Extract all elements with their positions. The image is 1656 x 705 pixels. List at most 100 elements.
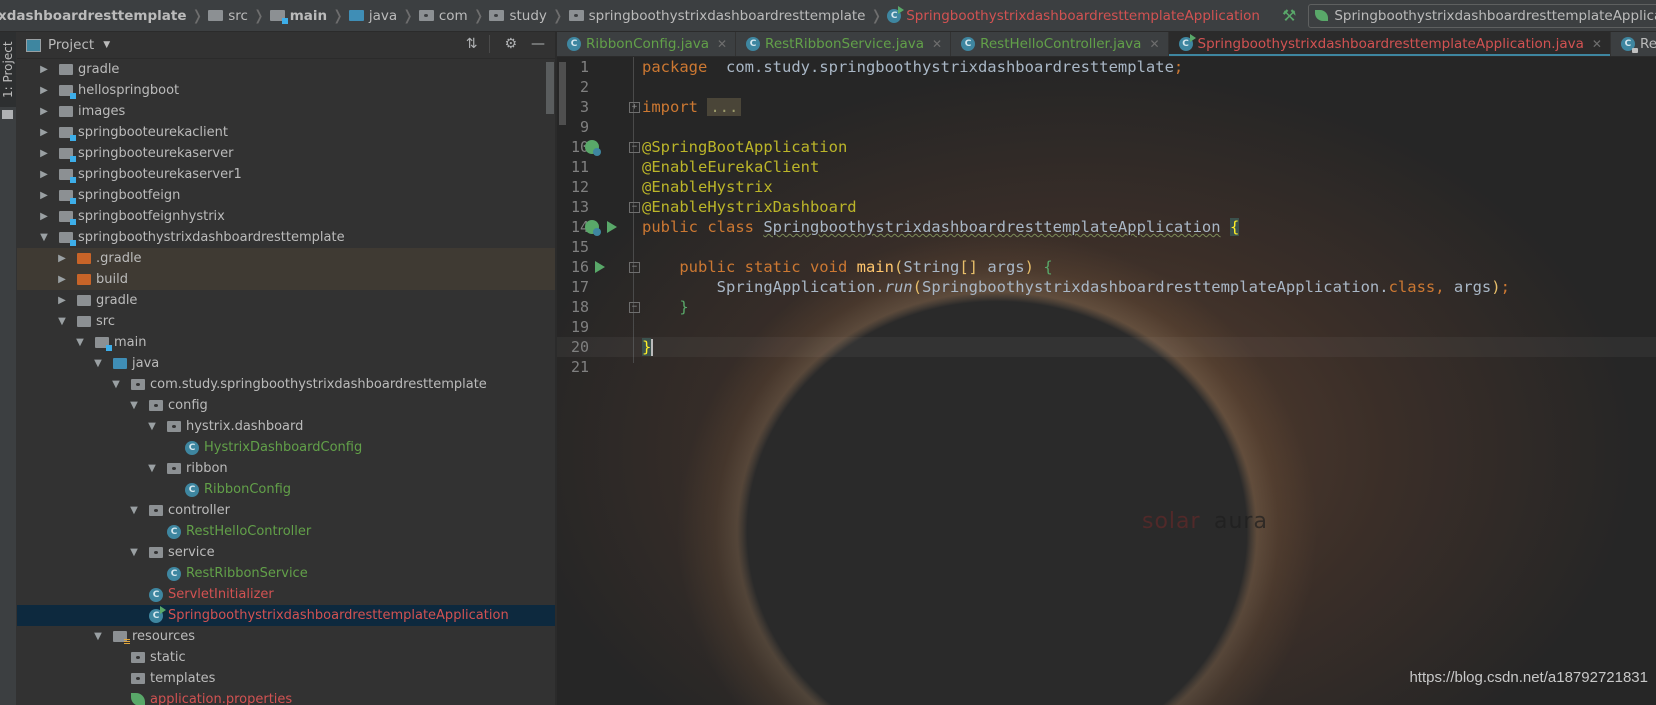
editor-tab[interactable]: CRestTemplate.java✕ <box>1611 32 1656 56</box>
tree-item[interactable]: C RibbonConfig <box>17 479 555 500</box>
expand-arrow-icon[interactable]: ▶ <box>38 169 50 180</box>
tree-item[interactable]: C ServletInitializer <box>17 584 555 605</box>
tree-item[interactable]: C HystrixDashboardConfig <box>17 437 555 458</box>
code-line[interactable]: 3 + import ... <box>557 97 1656 117</box>
code-line[interactable]: 19 <box>557 317 1656 337</box>
tree-item[interactable]: ▶ springbooteurekaserver <box>17 143 555 164</box>
collapse-fold-icon[interactable]: − <box>629 142 640 153</box>
code-line[interactable]: 18 − } <box>557 297 1656 317</box>
tree-item[interactable]: ▼ config <box>17 395 555 416</box>
collapse-arrow-icon[interactable]: ▼ <box>110 379 122 390</box>
run-configuration-dropdown[interactable]: SpringboothystrixdashboardresttemplateAp… <box>1308 3 1656 28</box>
run-gutter-icon[interactable] <box>607 221 617 233</box>
collapse-arrow-icon[interactable]: ▼ <box>146 463 158 474</box>
code-line[interactable]: 16 − public static void main(String[] arg… <box>557 257 1656 277</box>
tree-item[interactable]: ▶ springbooteurekaclient <box>17 122 555 143</box>
expand-fold-icon[interactable]: + <box>629 102 640 113</box>
tree-item[interactable]: ▶ build <box>17 269 555 290</box>
tree-item[interactable]: ▶ .gradle <box>17 248 555 269</box>
project-tool-tab[interactable]: 1: Project <box>0 32 16 107</box>
chevron-down-icon[interactable]: ▼ <box>103 40 110 50</box>
tree-item[interactable]: ▼ service <box>17 542 555 563</box>
breadcrumb-item[interactable]: ❭ study <box>468 8 547 24</box>
expand-arrow-icon[interactable]: ▶ <box>38 106 50 117</box>
collapse-arrow-icon[interactable]: ▼ <box>128 547 140 558</box>
code-line[interactable]: 21 <box>557 357 1656 377</box>
collapse-arrow-icon[interactable]: ▼ <box>146 421 158 432</box>
expand-arrow-icon[interactable]: ▶ <box>56 253 68 264</box>
collapse-all-icon[interactable]: ⇅ <box>466 36 478 52</box>
code-line[interactable]: 9 <box>557 117 1656 137</box>
code-line[interactable]: 20} <box>557 337 1656 357</box>
code-line[interactable]: 17 SpringApplication.run(Springboothystr… <box>557 277 1656 297</box>
tree-item[interactable]: C RestRibbonService <box>17 563 555 584</box>
collapse-arrow-icon[interactable]: ▼ <box>92 358 104 369</box>
collapse-arrow-icon[interactable]: ▼ <box>56 316 68 327</box>
tree-item[interactable]: C RestHelloController <box>17 521 555 542</box>
collapse-fold-icon[interactable]: − <box>629 202 640 213</box>
tree-item[interactable]: ▼ src <box>17 311 555 332</box>
tree-item[interactable]: ▼ resources <box>17 626 555 647</box>
tree-item[interactable]: ▶ gradle <box>17 59 555 80</box>
tree-item[interactable]: ▶ springbootfeignhystrix <box>17 206 555 227</box>
breadcrumb-item[interactable]: ❭ src <box>187 8 248 24</box>
breadcrumb-item[interactable]: ❭ java <box>327 8 397 24</box>
tree-item[interactable]: ▼ controller <box>17 500 555 521</box>
spring-bean-gutter-icon[interactable] <box>585 220 601 236</box>
tree-item[interactable]: templates <box>17 668 555 689</box>
close-icon[interactable]: ✕ <box>1592 37 1602 51</box>
code-line[interactable]: 13 − @EnableHystrixDashboard <box>557 197 1656 217</box>
gear-icon[interactable]: ⚙ <box>504 36 517 52</box>
close-icon[interactable]: ✕ <box>717 37 727 51</box>
scrollbar[interactable] <box>546 62 554 114</box>
collapse-arrow-icon[interactable]: ▼ <box>38 232 50 243</box>
code-line[interactable]: 10− @SpringBootApplication <box>557 137 1656 157</box>
tree-item[interactable]: ▼ java <box>17 353 555 374</box>
editor-tab[interactable]: C RestHelloController.java ✕ <box>951 32 1169 56</box>
collapse-fold-icon[interactable]: − <box>629 302 640 313</box>
minimize-icon[interactable]: — <box>531 36 545 52</box>
expand-arrow-icon[interactable]: ▶ <box>38 64 50 75</box>
code-line[interactable]: 1 package com.study.springboothystrixdash… <box>557 57 1656 77</box>
expand-arrow-icon[interactable]: ▶ <box>38 85 50 96</box>
collapse-arrow-icon[interactable]: ▼ <box>74 337 86 348</box>
run-gutter-icon[interactable] <box>595 261 605 273</box>
code-line[interactable]: 11 @EnableEurekaClient <box>557 157 1656 177</box>
tree-item[interactable]: ▼ com.study.springboothystrixdashboardres… <box>17 374 555 395</box>
expand-arrow-icon[interactable]: ▶ <box>38 148 50 159</box>
tree-item[interactable]: ▶ hellospringboot <box>17 80 555 101</box>
project-view-selector[interactable]: Project <box>48 37 94 53</box>
breadcrumb-item[interactable]: ❭ springboothystrixdashboardresttemplate <box>547 8 866 24</box>
tree-item[interactable]: C SpringboothystrixdashboardresttemplateA… <box>17 605 555 626</box>
collapse-fold-icon[interactable]: − <box>629 262 640 273</box>
breadcrumb-item[interactable]: ❭ C Springboothystrixdashboardresttemplate… <box>865 5 1260 24</box>
tree-item[interactable]: ▼ hystrix.dashboard <box>17 416 555 437</box>
tree-item[interactable]: ▼ main <box>17 332 555 353</box>
tree-item[interactable]: static <box>17 647 555 668</box>
tree-item[interactable]: ▶ springbootfeign <box>17 185 555 206</box>
expand-arrow-icon[interactable]: ▶ <box>38 190 50 201</box>
expand-arrow-icon[interactable]: ▶ <box>56 274 68 285</box>
code-line[interactable]: 14 public class Springboothystrixdashboar… <box>557 217 1656 237</box>
collapse-arrow-icon[interactable]: ▼ <box>128 400 140 411</box>
tree-item[interactable]: ▼ springboothystrixdashboardresttemplate <box>17 227 555 248</box>
tree-item[interactable]: ▶ gradle <box>17 290 555 311</box>
collapse-arrow-icon[interactable]: ▼ <box>92 631 104 642</box>
editor-tab[interactable]: C RestRibbonService.java ✕ <box>736 32 952 56</box>
breadcrumb-item[interactable]: ❭ com <box>397 8 468 24</box>
spring-bean-gutter-icon[interactable] <box>585 140 601 156</box>
expand-arrow-icon[interactable]: ▶ <box>38 127 50 138</box>
build-hammer-icon[interactable]: ⚒ <box>1282 6 1296 25</box>
code-line[interactable]: 12 @EnableHystrix <box>557 177 1656 197</box>
tree-item[interactable]: application.properties <box>17 689 555 705</box>
tree-item[interactable]: ▶ images <box>17 101 555 122</box>
editor-tab[interactable]: C RibbonConfig.java ✕ <box>557 32 737 56</box>
close-icon[interactable]: ✕ <box>1149 37 1159 51</box>
tree-item[interactable]: ▶ springbooteurekaserver1 <box>17 164 555 185</box>
expand-arrow-icon[interactable]: ▶ <box>56 295 68 306</box>
breadcrumb-item[interactable]: xdashboardresttemplate <box>0 8 187 24</box>
expand-arrow-icon[interactable]: ▶ <box>38 211 50 222</box>
tree-item[interactable]: ▼ ribbon <box>17 458 555 479</box>
code-line[interactable]: 15 <box>557 237 1656 257</box>
close-icon[interactable]: ✕ <box>932 37 942 51</box>
